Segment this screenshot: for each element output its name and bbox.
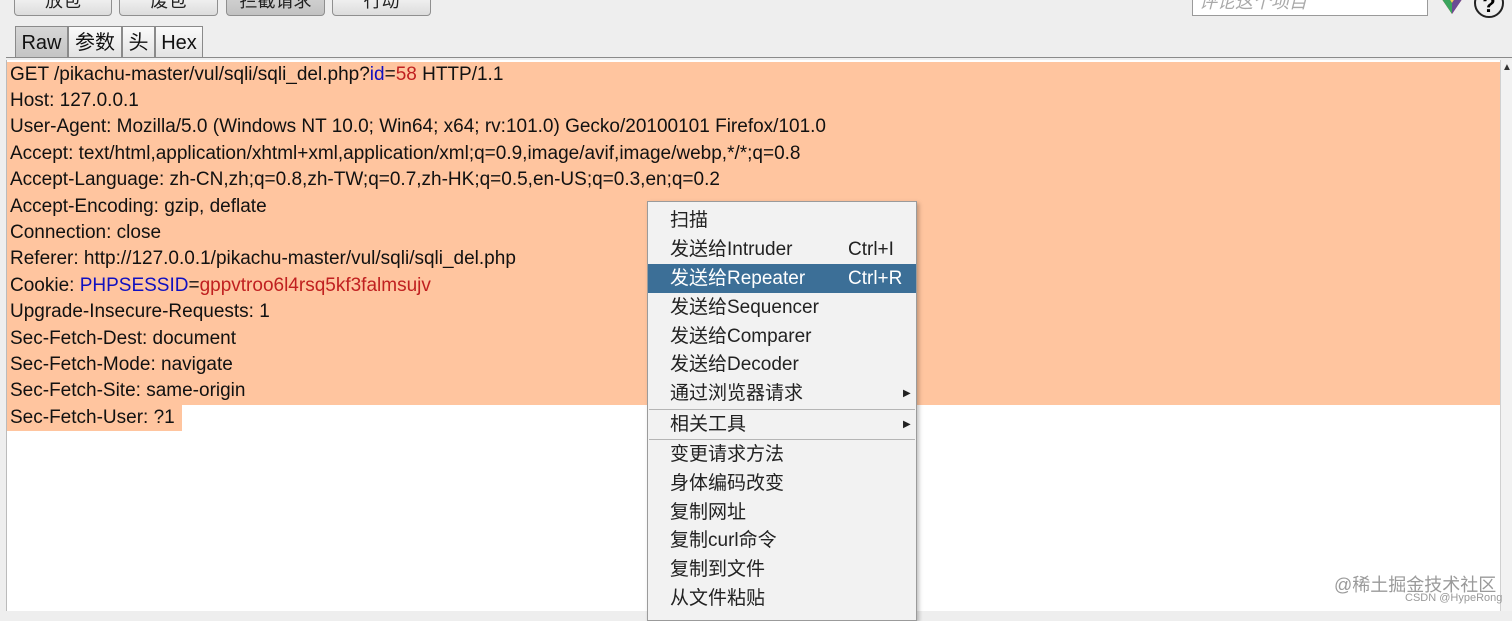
editor-scrollbar[interactable]: ▲: [1500, 60, 1512, 611]
menu-item-engagement-tools[interactable]: 相关工具 ▶: [648, 410, 916, 439]
context-menu: 扫描 发送给Intruder Ctrl+I 发送给Repeater Ctrl+R 发…: [647, 201, 917, 621]
action-button[interactable]: 行动: [332, 0, 431, 16]
tab-params[interactable]: 参数: [68, 26, 122, 58]
tab-raw[interactable]: Raw: [15, 26, 68, 58]
menu-item-request-in-browser[interactable]: 通过浏览器请求 ▶: [648, 379, 916, 408]
drop-button[interactable]: 废包: [119, 0, 218, 16]
submenu-arrow-icon: ▶: [903, 419, 911, 430]
header-line: Connection: close: [10, 222, 162, 243]
forward-button[interactable]: 放包: [14, 0, 112, 16]
menu-item-send-to-comparer[interactable]: 发送给Comparer: [648, 322, 916, 351]
menu-item-copy-curl[interactable]: 复制curl命令: [648, 526, 916, 555]
menu-item-paste-from-file[interactable]: 从文件粘贴: [648, 584, 916, 613]
tab-divider: [6, 57, 1512, 58]
header-line: Accept: text/html,application/xhtml+xml,…: [10, 143, 801, 164]
tab-headers[interactable]: 头: [122, 26, 155, 58]
submenu-arrow-icon: ▶: [903, 388, 911, 399]
header-line: Accept-Language: zh-CN,zh;q=0.8,zh-TW;q=…: [10, 169, 720, 190]
menu-item-copy-to-file[interactable]: 复制到文件: [648, 555, 916, 584]
scroll-up-icon[interactable]: ▲: [1502, 62, 1512, 73]
watermark-csdn: CSDN @HypeRong: [1405, 592, 1503, 604]
comment-input[interactable]: 评论这个项目: [1192, 0, 1428, 16]
menu-item-send-to-repeater[interactable]: 发送给Repeater Ctrl+R: [648, 264, 916, 293]
cookie-line: Cookie: PHPSESSID=gppvtroo6l4rsq5kf3falm…: [10, 275, 431, 296]
header-line: Upgrade-Insecure-Requests: 1: [10, 301, 270, 322]
intercept-toggle-button[interactable]: 拦截请求: [226, 0, 325, 16]
menu-item-change-body-encoding[interactable]: 身体编码改变: [648, 469, 916, 498]
tab-hex[interactable]: Hex: [155, 26, 203, 58]
request-line: GET /pikachu-master/vul/sqli/sqli_del.ph…: [10, 64, 504, 85]
header-line: Sec-Fetch-Site: same-origin: [10, 380, 246, 401]
menu-item-send-to-intruder[interactable]: 发送给Intruder Ctrl+I: [648, 235, 916, 264]
menu-item-send-to-decoder[interactable]: 发送给Decoder: [648, 350, 916, 379]
header-line: Sec-Fetch-Dest: document: [10, 328, 236, 349]
menu-item-change-request-method[interactable]: 变更请求方法: [648, 440, 916, 469]
help-button[interactable]: ?: [1474, 0, 1504, 18]
menu-item-scan[interactable]: 扫描: [648, 206, 916, 235]
highlight-color-icon[interactable]: [1437, 0, 1467, 14]
header-line: Sec-Fetch-Mode: navigate: [10, 354, 233, 375]
header-line: Referer: http://127.0.0.1/pikachu-master…: [10, 248, 516, 269]
header-line: Sec-Fetch-User: ?1: [10, 407, 175, 428]
menu-item-copy-url[interactable]: 复制网址: [648, 498, 916, 527]
header-line: User-Agent: Mozilla/5.0 (Windows NT 10.0…: [10, 116, 826, 137]
menu-item-send-to-sequencer[interactable]: 发送给Sequencer: [648, 293, 916, 322]
header-line: Host: 127.0.0.1: [10, 90, 139, 111]
header-line: Accept-Encoding: gzip, deflate: [10, 196, 267, 217]
proxy-toolbar: 放包 废包 拦截请求 行动 评论这个项目 ?: [0, 0, 1512, 20]
